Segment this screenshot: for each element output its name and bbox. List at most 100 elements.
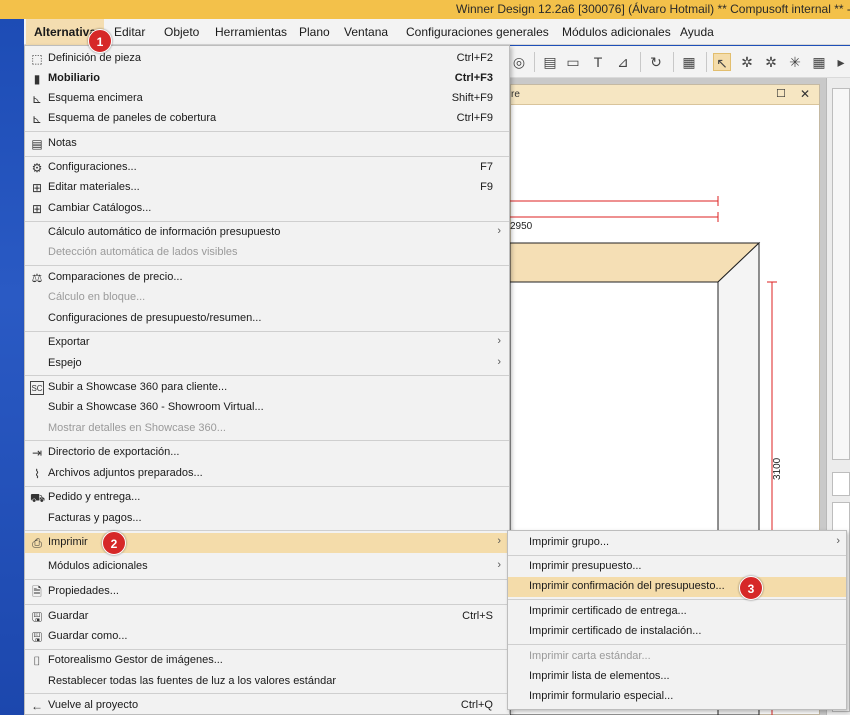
menu-item-label: Facturas y pagos... bbox=[48, 512, 142, 524]
back-arrow-icon: ← bbox=[31, 699, 43, 713]
text-note-icon[interactable]: ▤ bbox=[541, 53, 559, 71]
menu-item-subir-showcase-showroom[interactable]: Subir a Showcase 360 - Showroom Virtual.… bbox=[25, 398, 509, 418]
menu-objeto[interactable]: Objeto bbox=[156, 19, 207, 45]
submenu-item-imprimir-confirmacion[interactable]: Imprimir confirmación del presupuesto... bbox=[508, 577, 846, 597]
menu-item-label: Propiedades... bbox=[48, 585, 119, 597]
menu-item-facturas-y-pagos[interactable]: Facturas y pagos... bbox=[25, 509, 509, 529]
submenu-item-imprimir-formulario-especial[interactable]: Imprimir formulario especial... bbox=[508, 687, 846, 707]
menu-item-comparaciones-de-precio[interactable]: ⚖ Comparaciones de precio... bbox=[25, 268, 509, 288]
paperclip-icon: ⌇ bbox=[34, 467, 40, 481]
menu-item-label: Cálculo automático de información presup… bbox=[48, 226, 281, 238]
menu-item-guardar-como[interactable]: 🖫 Guardar como... bbox=[25, 627, 509, 647]
menu-item-directorio-exportacion[interactable]: ⇥ Directorio de exportación... bbox=[25, 443, 509, 463]
menu-herramientas[interactable]: Herramientas bbox=[207, 19, 295, 45]
menu-item-mobiliario[interactable]: ▮ Mobiliario Ctrl+F3 bbox=[25, 69, 509, 89]
menu-item-label: Subir a Showcase 360 para cliente... bbox=[48, 381, 228, 393]
menu-item-guardar[interactable]: 🖫 Guardar Ctrl+S bbox=[25, 607, 509, 627]
step-badge-3: 3 bbox=[739, 576, 763, 600]
menu-item-configuraciones[interactable]: ⚙ Configuraciones... F7 bbox=[25, 158, 509, 178]
menu-ayuda[interactable]: Ayuda bbox=[672, 19, 722, 45]
comment-icon[interactable]: ▭ bbox=[564, 53, 582, 71]
menu-item-shortcut: Shift+F9 bbox=[451, 92, 493, 104]
imprimir-submenu: Imprimir grupo... › Imprimir presupuesto… bbox=[507, 530, 847, 710]
menu-item-label: Exportar bbox=[48, 336, 90, 348]
height-dimension-label: 3100 bbox=[772, 457, 783, 480]
menu-item-archivos-adjuntos[interactable]: ⌇ Archivos adjuntos preparados... bbox=[25, 464, 509, 484]
menu-separator bbox=[25, 693, 509, 694]
menu-item-imprimir[interactable]: ⎙ Imprimir › bbox=[25, 533, 509, 553]
menu-item-esquema-encimera[interactable]: ⊾ Esquema encimera Shift+F9 bbox=[25, 89, 509, 109]
step-badge-2: 2 bbox=[102, 531, 126, 555]
menu-item-label: Imprimir bbox=[48, 536, 88, 548]
menu-separator bbox=[25, 649, 509, 650]
menu-item-label: Fotorealismo Gestor de imágenes... bbox=[48, 654, 223, 666]
view-3d-icon[interactable]: ✲ bbox=[738, 53, 756, 71]
menu-item-subir-showcase-cliente[interactable]: SC Subir a Showcase 360 para cliente... bbox=[25, 378, 509, 398]
menu-separator bbox=[508, 644, 846, 645]
menu-item-notas[interactable]: ▤ Notas bbox=[25, 134, 509, 154]
toolbar-separator bbox=[640, 52, 641, 72]
grid-icon[interactable]: ▦ bbox=[810, 53, 828, 71]
menu-item-configuraciones-presupuesto[interactable]: Configuraciones de presupuesto/resumen..… bbox=[25, 309, 509, 329]
menu-plano[interactable]: Plano bbox=[291, 19, 338, 45]
chevron-right-icon: › bbox=[497, 356, 501, 368]
submenu-item-label: Imprimir lista de elementos... bbox=[529, 670, 670, 682]
menu-item-propiedades[interactable]: 🗎 Propiedades... bbox=[25, 582, 509, 602]
menu-item-label: Guardar como... bbox=[48, 630, 128, 642]
materials-icon: ⊞ bbox=[31, 181, 43, 195]
menu-item-shortcut: Ctrl+F3 bbox=[454, 72, 493, 84]
menu-item-shortcut: Ctrl+S bbox=[462, 610, 493, 622]
menu-item-label: Directorio de exportación... bbox=[48, 446, 180, 458]
menu-item-espejo[interactable]: Espejo › bbox=[25, 354, 509, 374]
menu-item-modulos-adicionales[interactable]: Módulos adicionales › bbox=[25, 557, 509, 577]
menu-item-cambiar-catalogos[interactable]: ⊞ Cambiar Catálogos... bbox=[25, 199, 509, 219]
menu-separator bbox=[25, 440, 509, 441]
submenu-item-imprimir-lista-elementos[interactable]: Imprimir lista de elementos... bbox=[508, 667, 846, 687]
submenu-item-imprimir-presupuesto[interactable]: Imprimir presupuesto... bbox=[508, 557, 846, 577]
more-icon[interactable]: ▸ bbox=[832, 53, 850, 71]
desktop-background bbox=[0, 19, 24, 715]
menu-modulos-adicionales[interactable]: Módulos adicionales bbox=[554, 19, 679, 45]
chevron-right-icon: › bbox=[497, 225, 501, 237]
calculator-icon[interactable]: ▦ bbox=[680, 53, 698, 71]
pointer-icon[interactable]: ↖ bbox=[713, 53, 731, 71]
menu-item-exportar[interactable]: Exportar › bbox=[25, 333, 509, 353]
menu-separator bbox=[25, 221, 509, 222]
chevron-right-icon: › bbox=[497, 335, 501, 347]
submenu-item-imprimir-certificado-instalacion[interactable]: Imprimir certificado de instalación... bbox=[508, 622, 846, 642]
notes-icon: ▤ bbox=[31, 137, 43, 151]
submenu-item-imprimir-carta-estandar: Imprimir carta estándar... bbox=[508, 647, 846, 667]
wardrobe-tool-icon[interactable]: ◎ bbox=[510, 53, 528, 71]
right-panel-section bbox=[832, 88, 850, 460]
text-icon[interactable]: T bbox=[589, 53, 607, 71]
camera-icon: ⌷ bbox=[33, 654, 41, 668]
menu-item-vuelve-al-proyecto[interactable]: ← Vuelve al proyecto Ctrl+Q bbox=[25, 696, 509, 715]
menu-separator bbox=[25, 530, 509, 531]
view-perspective-icon[interactable]: ✳ bbox=[786, 53, 804, 71]
refresh-icon[interactable]: ↻ bbox=[647, 53, 665, 71]
menu-item-label: Espejo bbox=[48, 357, 82, 369]
submenu-item-imprimir-certificado-entrega[interactable]: Imprimir certificado de entrega... bbox=[508, 602, 846, 622]
close-icon[interactable]: ✕ bbox=[800, 87, 810, 101]
dimension-icon[interactable]: ⊿ bbox=[614, 53, 632, 71]
menu-item-label: Pedido y entrega... bbox=[48, 491, 141, 503]
menu-ventana[interactable]: Ventana bbox=[336, 19, 396, 45]
menu-item-label: Archivos adjuntos preparados... bbox=[48, 467, 203, 479]
menu-editar[interactable]: Editar bbox=[106, 19, 153, 45]
view-3d-alt-icon[interactable]: ✲ bbox=[762, 53, 780, 71]
menu-item-label: Esquema de paneles de cobertura bbox=[48, 112, 217, 124]
menu-item-label: Configuraciones de presupuesto/resumen..… bbox=[48, 312, 262, 324]
menu-separator bbox=[25, 486, 509, 487]
menu-item-editar-materiales[interactable]: ⊞ Editar materiales... F9 bbox=[25, 178, 509, 198]
submenu-item-imprimir-grupo[interactable]: Imprimir grupo... › bbox=[508, 533, 846, 553]
maximize-icon[interactable]: ☐ bbox=[776, 87, 786, 100]
right-panel-field[interactable] bbox=[832, 472, 850, 496]
menu-item-calculo-automatico[interactable]: Cálculo automático de información presup… bbox=[25, 223, 509, 243]
menu-item-pedido-y-entrega[interactable]: ⛟ Pedido y entrega... bbox=[25, 488, 509, 508]
menu-item-fotorrealismo[interactable]: ⌷ Fotorealismo Gestor de imágenes... bbox=[25, 651, 509, 671]
menu-configuraciones-generales[interactable]: Configuraciones generales bbox=[398, 19, 557, 45]
menu-item-esquema-paneles[interactable]: ⊾ Esquema de paneles de cobertura Ctrl+F… bbox=[25, 109, 509, 129]
menu-separator bbox=[25, 375, 509, 376]
export-dir-icon: ⇥ bbox=[31, 446, 43, 460]
menu-item-restablecer-fuentes-luz[interactable]: Restablecer todas las fuentes de luz a l… bbox=[25, 672, 509, 692]
